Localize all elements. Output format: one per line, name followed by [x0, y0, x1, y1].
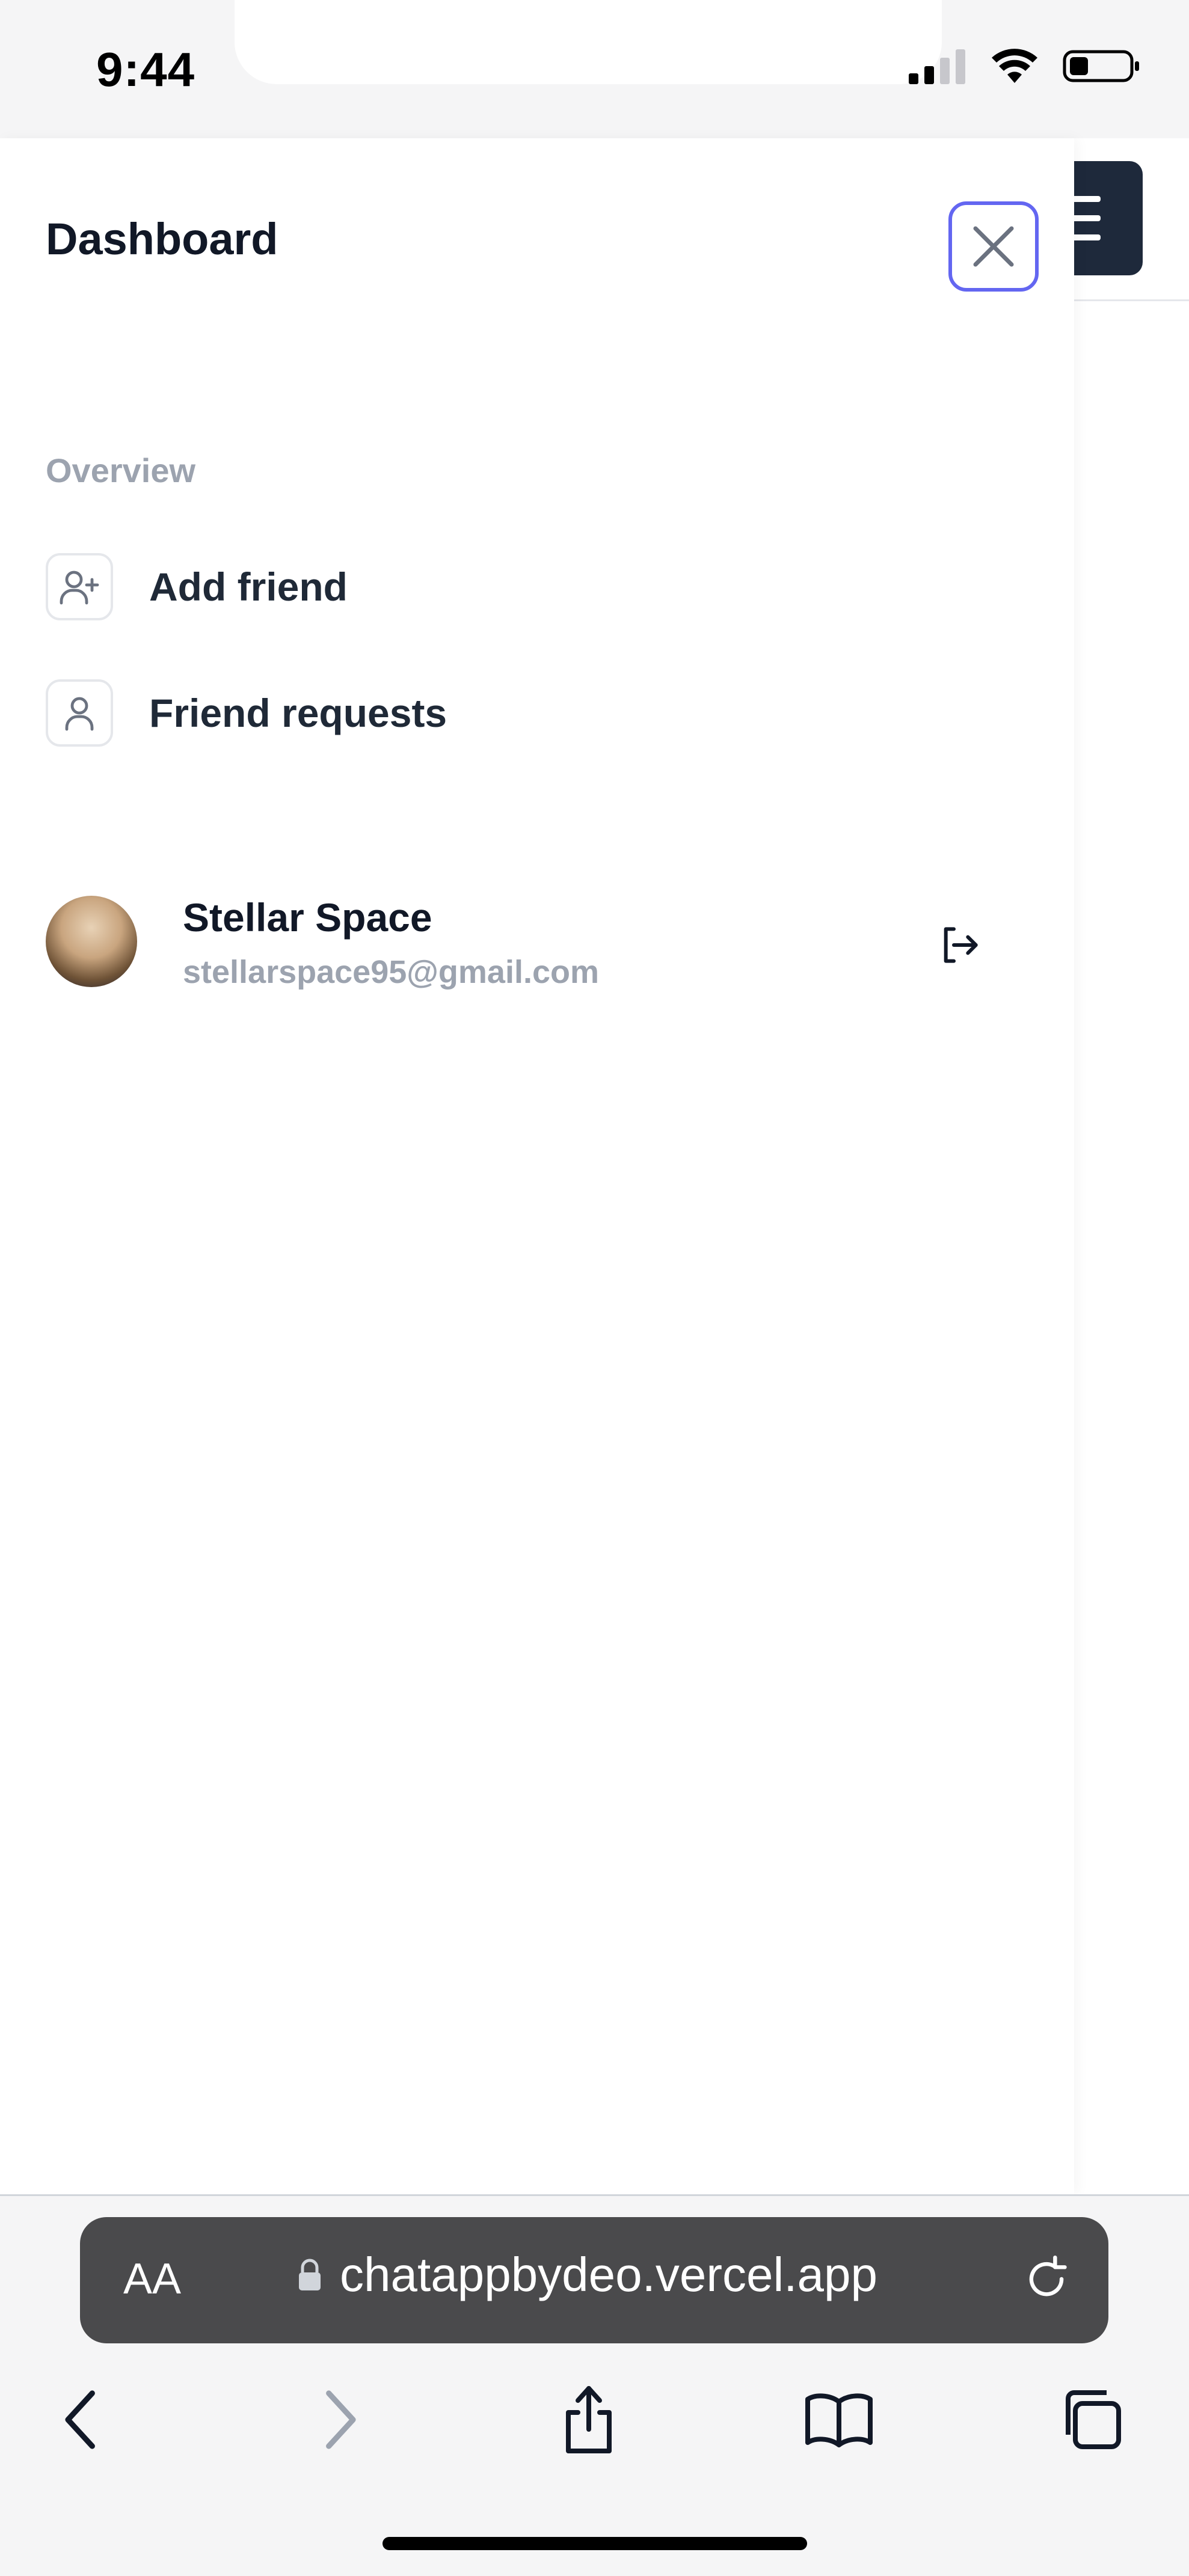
avatar — [46, 896, 137, 987]
cellular-signal-icon — [909, 49, 965, 84]
status-bar: 9:44 — [0, 0, 1189, 138]
user-profile: Stellar Space stellarspace95@gmail.com — [46, 895, 996, 1004]
tabs-icon — [1066, 2390, 1121, 2449]
user-plus-icon — [60, 571, 99, 605]
close-drawer-button[interactable] — [948, 201, 1039, 292]
profile-email: stellarspace95@gmail.com — [183, 954, 600, 990]
lock-icon — [299, 2259, 321, 2290]
device-notch — [235, 0, 942, 84]
back-button[interactable] — [42, 2381, 120, 2459]
status-icons — [909, 48, 1141, 84]
tabs-button[interactable] — [1052, 2381, 1131, 2459]
forward-button[interactable] — [301, 2381, 379, 2459]
status-time: 9:44 — [96, 43, 195, 96]
menu-icon-bar — [1071, 196, 1101, 202]
logout-icon — [944, 927, 978, 963]
url-text: chatappbydeo.vercel.app — [340, 2248, 877, 2301]
book-icon — [805, 2393, 873, 2447]
nav-item-label: Friend requests — [149, 691, 447, 735]
share-icon — [566, 2386, 612, 2453]
profile-name: Stellar Space — [183, 895, 432, 940]
chevron-left-icon — [65, 2390, 95, 2449]
drawer-title: Dashboard — [46, 214, 278, 264]
browser-toolbar — [0, 2381, 1189, 2459]
menu-icon-bar — [1071, 215, 1101, 221]
nav-item-friend-requests[interactable]: Friend requests — [46, 679, 447, 747]
section-label-overview: Overview — [46, 451, 196, 489]
bookmarks-button[interactable] — [800, 2381, 878, 2459]
header-divider — [1074, 299, 1189, 301]
nav-item-add-friend[interactable]: Add friend — [46, 553, 348, 620]
menu-icon-bar — [1071, 234, 1101, 240]
reload-button[interactable] — [1021, 2253, 1072, 2308]
nav-icon-box — [46, 553, 113, 620]
share-button[interactable] — [550, 2381, 628, 2459]
user-icon — [65, 697, 94, 731]
close-icon — [973, 226, 1014, 267]
url-display[interactable]: chatappbydeo.vercel.app — [296, 2247, 877, 2302]
battery-icon — [1063, 50, 1139, 82]
logout-button[interactable] — [930, 915, 990, 975]
home-indicator — [383, 2537, 807, 2550]
reload-icon — [1029, 2255, 1067, 2296]
nav-item-label: Add friend — [149, 564, 348, 609]
text-size-button[interactable]: AA — [123, 2254, 181, 2304]
chevron-right-icon — [326, 2390, 356, 2449]
nav-icon-box — [46, 679, 113, 747]
wifi-icon — [992, 49, 1037, 83]
sidebar-drawer: Dashboard Overview Add friend Friend req… — [0, 138, 1074, 2194]
address-bar[interactable]: AA chatappbydeo.vercel.app — [80, 2217, 1108, 2343]
